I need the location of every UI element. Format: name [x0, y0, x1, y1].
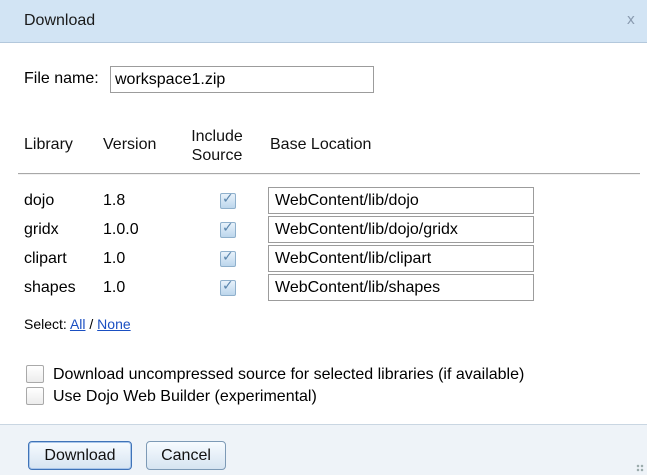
column-header-include-line2: Source: [191, 147, 243, 164]
library-name: dojo: [24, 192, 55, 209]
checkmark-icon: ✓: [222, 220, 234, 236]
checkmark-icon: ✓: [222, 278, 234, 294]
checkmark-icon: ✓: [222, 249, 234, 265]
column-header-base-location: Base Location: [270, 136, 372, 153]
column-header-include-source: Include Source: [188, 127, 246, 165]
column-header-version: Version: [103, 136, 157, 153]
include-source-checkbox[interactable]: ✓: [220, 249, 236, 267]
download-button[interactable]: Download: [28, 441, 132, 470]
file-name-input[interactable]: [110, 66, 374, 93]
header-divider: [18, 173, 640, 175]
column-header-include-line1: Include: [191, 128, 243, 145]
select-links: Select: All / None: [24, 316, 131, 332]
library-row: dojo 1.8 ✓: [0, 187, 647, 215]
select-label: Select:: [24, 316, 67, 332]
select-none-link[interactable]: None: [97, 316, 130, 332]
library-version: 1.0: [103, 279, 126, 296]
web-builder-checkbox[interactable]: [26, 387, 44, 405]
library-version: 1.8: [103, 192, 126, 209]
cancel-button[interactable]: Cancel: [146, 441, 226, 470]
library-row: shapes 1.0 ✓: [0, 274, 647, 302]
library-row: clipart 1.0 ✓: [0, 245, 647, 273]
base-location-input[interactable]: [268, 216, 534, 243]
base-location-input[interactable]: [268, 245, 534, 272]
web-builder-label: Use Dojo Web Builder (experimental): [53, 388, 317, 405]
include-source-checkbox[interactable]: ✓: [220, 191, 236, 209]
include-source-checkbox[interactable]: ✓: [220, 278, 236, 296]
library-name: shapes: [24, 279, 76, 296]
library-row: gridx 1.0.0 ✓: [0, 216, 647, 244]
library-version: 1.0: [103, 250, 126, 267]
uncompressed-source-label: Download uncompressed source for selecte…: [53, 366, 525, 383]
select-all-link[interactable]: All: [70, 316, 86, 332]
include-source-checkbox[interactable]: ✓: [220, 220, 236, 238]
dialog-title: Download: [24, 12, 96, 29]
file-name-label: File name:: [24, 70, 99, 87]
base-location-input[interactable]: [268, 274, 534, 301]
select-separator: /: [89, 316, 94, 332]
download-dialog: Download x File name: Library Version In…: [0, 0, 647, 475]
resize-grip-icon[interactable]: [636, 464, 644, 472]
column-header-library: Library: [24, 136, 73, 153]
close-icon[interactable]: x: [627, 12, 635, 28]
library-version: 1.0.0: [103, 221, 139, 238]
dialog-footer: Download Cancel: [0, 424, 647, 475]
uncompressed-source-checkbox[interactable]: [26, 365, 44, 383]
library-name: gridx: [24, 221, 59, 238]
dialog-titlebar[interactable]: Download x: [0, 0, 647, 43]
library-name: clipart: [24, 250, 67, 267]
checkmark-icon: ✓: [222, 191, 234, 207]
base-location-input[interactable]: [268, 187, 534, 214]
